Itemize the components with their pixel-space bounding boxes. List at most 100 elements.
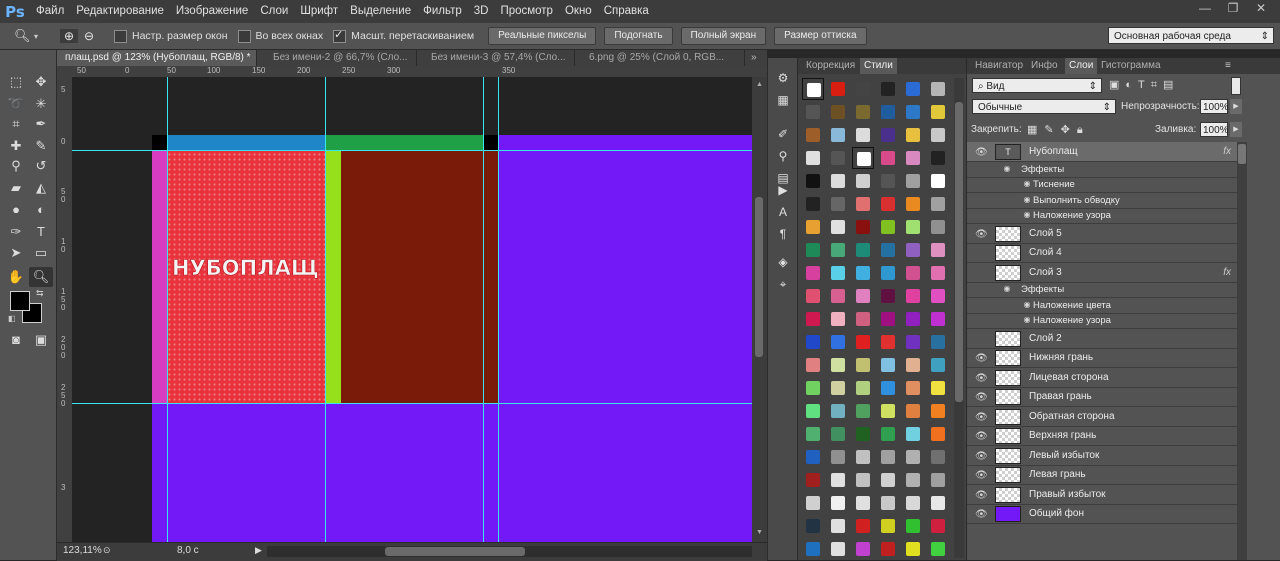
default-colors-icon[interactable]: ◧ [8,314,16,323]
style-preset[interactable] [802,147,824,169]
style-preset[interactable] [902,216,924,238]
layer-row[interactable]: 👁︎ Правая грань [967,387,1237,407]
visibility-eye-icon[interactable]: 👁︎ [975,227,988,240]
menu-item-0[interactable]: Файл [30,0,70,23]
actions-icon[interactable]: ▶ [774,182,792,198]
swatches-icon[interactable]: ▦ [774,92,792,108]
style-preset[interactable] [927,193,949,215]
crop-tool-icon[interactable]: ⌗ [4,114,28,134]
scroll-thumb[interactable] [755,197,763,357]
style-preset[interactable] [827,216,849,238]
layer-row[interactable]: 👁︎ Левая грань [967,465,1237,485]
path-selection-tool-icon[interactable]: ➤ [4,243,28,263]
style-preset[interactable] [902,492,924,514]
3d-icon[interactable]: ◈ [774,254,792,270]
screen-mode-icon[interactable]: ▣ [29,330,53,350]
layer-row[interactable]: 👁︎ Левый избыток [967,446,1237,466]
style-preset[interactable] [877,469,899,491]
visibility-eye-icon[interactable]: 👁︎ [975,351,988,364]
style-preset[interactable] [827,147,849,169]
style-preset[interactable] [927,285,949,307]
tab-histogram[interactable]: Гистограмма [1097,58,1165,74]
style-preset[interactable] [827,446,849,468]
menu-item-2[interactable]: Изображение [170,0,254,23]
layer-effect-row[interactable]: ◉ Наложение узора [967,313,1237,329]
full-screen-button[interactable]: Полный экран [680,27,767,45]
layer-row[interactable]: Слой 3 fx [967,263,1237,283]
style-preset[interactable] [802,446,824,468]
tab-adjustments[interactable]: Коррекция [802,58,859,74]
style-preset[interactable] [877,147,899,169]
fill-chevron-icon[interactable]: ▶ [1230,122,1242,137]
visibility-eye-icon[interactable] [975,266,987,278]
style-preset[interactable] [852,285,874,307]
fx-effects-icon[interactable]: fx [1223,142,1231,161]
tab-untitled-2[interactable]: Без имени-2 @ 66,7% (Сло... [265,50,417,66]
clone-source-icon[interactable]: ⚲ [774,148,792,164]
visibility-eye-icon[interactable] [975,246,987,258]
resize-windows-checkbox[interactable]: Настр. размер окон [114,29,228,43]
style-preset[interactable] [902,147,924,169]
panel-menu-icon[interactable]: ≡ [1225,58,1231,74]
menu-item-7[interactable]: 3D [468,0,495,23]
fx-effects-icon[interactable]: fx [1223,263,1231,282]
style-preset[interactable] [827,331,849,353]
style-preset[interactable] [902,239,924,261]
kind-filter-select[interactable]: ⌕ Вид ⇕ [972,78,1102,93]
visibility-eye-icon[interactable]: 👁︎ [975,145,988,158]
zoom-tool-icon[interactable]: 🔍︎ [29,267,53,287]
style-preset[interactable] [927,216,949,238]
visibility-eye-icon[interactable]: 👁︎ [975,371,988,384]
style-preset[interactable] [852,492,874,514]
style-preset[interactable] [802,538,824,560]
style-preset[interactable] [802,193,824,215]
style-preset[interactable] [902,78,924,100]
style-preset[interactable] [852,101,874,123]
style-preset[interactable] [877,331,899,353]
menu-item-3[interactable]: Слои [254,0,294,23]
canvas-horizontal-scrollbar[interactable] [267,546,752,557]
eyedropper-tool-icon[interactable]: ✒ [29,114,53,134]
style-preset[interactable] [902,331,924,353]
style-preset[interactable] [927,239,949,261]
style-preset[interactable] [852,515,874,537]
style-preset[interactable] [852,538,874,560]
scrubby-zoom-checkbox[interactable]: Масшт. перетаскиванием [333,28,474,43]
paragraph-icon[interactable]: ¶ [774,226,792,242]
layer-effect-row[interactable]: ◉ Эффекты [967,162,1237,178]
style-preset[interactable] [927,331,949,353]
layer-effect-row[interactable]: ◉ Эффекты [967,282,1237,298]
style-preset[interactable] [852,400,874,422]
style-preset[interactable] [852,308,874,330]
style-preset[interactable] [927,538,949,560]
tab-layers[interactable]: Слои [1065,58,1098,74]
lock-icons[interactable]: ▦✎✥🔒︎ [1027,123,1090,137]
character-icon[interactable]: A [774,204,792,220]
close-button[interactable]: ✕ [1248,0,1274,18]
style-preset[interactable] [877,262,899,284]
style-preset[interactable] [927,262,949,284]
style-preset[interactable] [877,78,899,100]
layer-row[interactable]: 👁︎ Нижняя грань [967,348,1237,368]
style-preset[interactable] [802,331,824,353]
style-preset[interactable] [927,515,949,537]
canvas-vertical-scrollbar[interactable]: ▲ ▼ [752,77,767,542]
style-preset[interactable] [802,239,824,261]
style-preset[interactable] [877,239,899,261]
style-preset[interactable] [902,469,924,491]
marquee-tool-icon[interactable]: ⬚ [4,72,28,92]
style-preset[interactable] [927,170,949,192]
style-preset[interactable] [877,492,899,514]
eraser-tool-icon[interactable]: ▰ [4,178,28,198]
menu-item-9[interactable]: Окно [559,0,598,23]
style-preset[interactable] [902,308,924,330]
layer-row[interactable]: Слой 2 [967,329,1237,349]
visibility-eye-icon[interactable] [975,332,987,344]
visibility-eye-icon[interactable]: 👁︎ [975,507,988,520]
visibility-eye-icon[interactable]: ◉ [1021,194,1033,206]
status-share-icon[interactable]: ⊙ [103,545,111,556]
style-preset[interactable] [877,308,899,330]
opacity-chevron-icon[interactable]: ▶ [1230,99,1242,114]
style-preset[interactable] [852,216,874,238]
actual-pixels-button[interactable]: Реальные пикселы [488,27,597,45]
